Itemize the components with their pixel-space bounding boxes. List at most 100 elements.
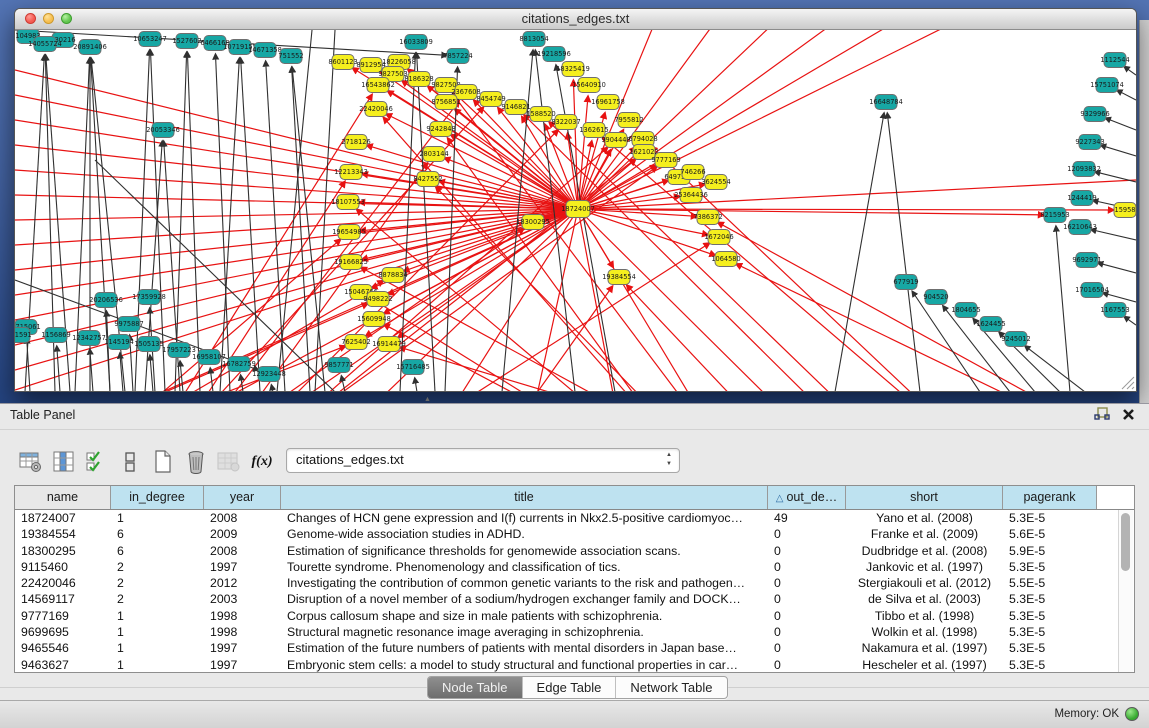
table-row[interactable]: 1938455462009Genome-wide association stu…: [15, 526, 1134, 542]
table-row[interactable]: 2242004622012Investigating the contribut…: [15, 575, 1134, 591]
graph-node[interactable]: 8756851: [431, 95, 460, 110]
graph-node[interactable]: 10653247: [133, 32, 167, 47]
graph-node[interactable]: 8322037: [551, 115, 580, 130]
graph-node[interactable]: 1527602: [172, 34, 201, 49]
table-row[interactable]: 946362711997Embryonic stem cells: a mode…: [15, 657, 1134, 673]
graph-node[interactable]: 19384554: [602, 270, 636, 285]
graph-node[interactable]: 7955812: [614, 113, 643, 128]
graph-node[interactable]: 8186328: [404, 72, 433, 87]
select-rows-button[interactable]: [82, 448, 112, 476]
table-row[interactable]: 1872400712008Changes of HCN gene express…: [15, 510, 1134, 526]
table-row[interactable]: 969969511998Structural magnetic resonanc…: [15, 624, 1134, 640]
graph-node[interactable]: 3624554: [701, 175, 730, 190]
graph-node[interactable]: 20053346: [146, 123, 180, 138]
graph-node[interactable]: 1804655: [951, 303, 980, 318]
graph-node[interactable]: 16210643: [1063, 220, 1097, 235]
graph-node[interactable]: 8601123: [328, 55, 357, 70]
graph-node[interactable]: 9857771: [324, 358, 353, 373]
graph-node[interactable]: 16033809: [399, 35, 433, 50]
column-header-year[interactable]: year: [204, 486, 281, 509]
graph-node[interactable]: 8427552: [413, 172, 442, 187]
graph-node[interactable]: 19654985: [332, 225, 366, 240]
graph-node[interactable]: 12213343: [334, 165, 368, 180]
graph-node[interactable]: 677919: [893, 275, 918, 290]
column-header-outde[interactable]: △out_de…: [768, 486, 846, 509]
graph-node[interactable]: 1624455: [976, 317, 1005, 332]
graph-node[interactable]: 20206536: [89, 293, 123, 308]
graph-node[interactable]: 18107553: [331, 195, 365, 210]
row-height-button[interactable]: [115, 448, 145, 476]
column-header-short[interactable]: short: [846, 486, 1003, 509]
graph-node[interactable]: 9975887: [114, 317, 143, 332]
graph-node[interactable]: 1145194: [104, 335, 133, 350]
graph-node[interactable]: 20891406: [73, 40, 107, 55]
tab-network-table[interactable]: Network Table: [616, 677, 726, 698]
graph-node[interactable]: 9692971: [1072, 253, 1101, 268]
column-header-title[interactable]: title: [281, 486, 768, 509]
scrollbar-thumb[interactable]: [1121, 513, 1130, 571]
table-settings-button[interactable]: [16, 448, 46, 476]
graph-node[interactable]: 9242848: [426, 122, 455, 137]
graph-node[interactable]: 8878834: [378, 268, 407, 283]
table-cell: 2: [111, 575, 204, 591]
splitter-handle-icon[interactable]: ▲: [424, 396, 431, 403]
graph-node[interactable]: 1244419: [1067, 191, 1096, 206]
graph-node[interactable]: 7857224: [443, 49, 472, 64]
table-scrollbar[interactable]: [1118, 510, 1133, 673]
column-header-name[interactable]: name: [15, 486, 111, 509]
graph-node[interactable]: 7386372: [693, 210, 722, 225]
graph-node[interactable]: 15640910: [572, 78, 606, 93]
graph-node[interactable]: 1505135: [134, 337, 163, 352]
graph-node[interactable]: 18325419: [556, 62, 590, 77]
network-view-window[interactable]: citations_edges.txt 86011238912954182260…: [14, 8, 1137, 392]
table-row[interactable]: 911546021997Tourette syndrome. Phenomeno…: [15, 559, 1134, 575]
graph-node[interactable]: 19218596: [537, 47, 571, 62]
window-titlebar[interactable]: citations_edges.txt: [15, 9, 1136, 30]
graph-node[interactable]: 8813054: [519, 32, 548, 47]
memory-ok-indicator[interactable]: [1125, 707, 1139, 721]
table-row[interactable]: 1456911722003Disruption of a novel membe…: [15, 591, 1134, 607]
column-header-indegree[interactable]: in_degree: [111, 486, 204, 509]
graph-node[interactable]: 9245012: [1001, 332, 1030, 347]
graph-node[interactable]: 9777169: [651, 153, 680, 168]
float-panel-icon[interactable]: [1094, 407, 1110, 422]
graph-node[interactable]: 751552: [278, 49, 303, 64]
graph-hub-node[interactable]: 18724007: [561, 201, 595, 218]
table-row[interactable]: 977716911998Corpus callosum shape and si…: [15, 608, 1134, 624]
graph-node[interactable]: 15958: [1114, 203, 1136, 218]
graph-node[interactable]: 8215953: [1040, 208, 1069, 223]
graph-node[interactable]: 9329966: [1080, 107, 1109, 122]
graph-node[interactable]: 904520: [923, 290, 948, 305]
graph-node[interactable]: 12093832: [1067, 162, 1101, 177]
graph-node[interactable]: 7625402: [341, 335, 370, 350]
delete-table-button[interactable]: [181, 448, 211, 476]
graph-node[interactable]: 9498222: [363, 292, 392, 307]
graph-node[interactable]: 15751074: [1090, 78, 1124, 93]
network-canvas[interactable]: 8601123891295418226058982750316543862818…: [15, 30, 1136, 391]
close-panel-icon[interactable]: [1122, 408, 1135, 421]
graph-node[interactable]: 391591: [15, 328, 32, 343]
graph-node[interactable]: 1112544: [1100, 53, 1129, 68]
graph-node[interactable]: 1156869: [41, 328, 70, 343]
graph-node[interactable]: 1064580: [711, 252, 740, 267]
tab-node-table[interactable]: Node Table: [428, 677, 523, 698]
new-table-button[interactable]: [148, 448, 178, 476]
function-builder-button[interactable]: f(x): [247, 448, 277, 476]
tab-edge-table[interactable]: Edge Table: [523, 677, 617, 698]
table-row[interactable]: 946554611997Estimation of the future num…: [15, 640, 1134, 656]
column-header-pagerank[interactable]: pagerank: [1003, 486, 1097, 509]
graph-node[interactable]: 17016504: [1075, 283, 1109, 298]
graph-node[interactable]: 9227343: [1075, 135, 1104, 150]
table-row[interactable]: 1830029562008Estimation of significance …: [15, 543, 1134, 559]
graph-node[interactable]: 16648784: [869, 95, 903, 110]
table-selector-dropdown[interactable]: citations_edges.txt ▲▼: [286, 448, 680, 473]
graph-node[interactable]: 2803144: [419, 147, 448, 162]
graph-node[interactable]: 16914479: [372, 337, 406, 352]
graph-node[interactable]: 1167553: [1100, 303, 1129, 318]
select-columns-button[interactable]: [49, 448, 79, 476]
window-resize-grip[interactable]: [1121, 376, 1135, 390]
node-attribute-table[interactable]: namein_degreeyeartitle△out_de…shortpager…: [14, 485, 1135, 673]
graph-node[interactable]: 2718126: [341, 135, 370, 150]
graph-node[interactable]: 1672046: [704, 230, 733, 245]
graph-node[interactable]: 9904448: [601, 133, 630, 148]
